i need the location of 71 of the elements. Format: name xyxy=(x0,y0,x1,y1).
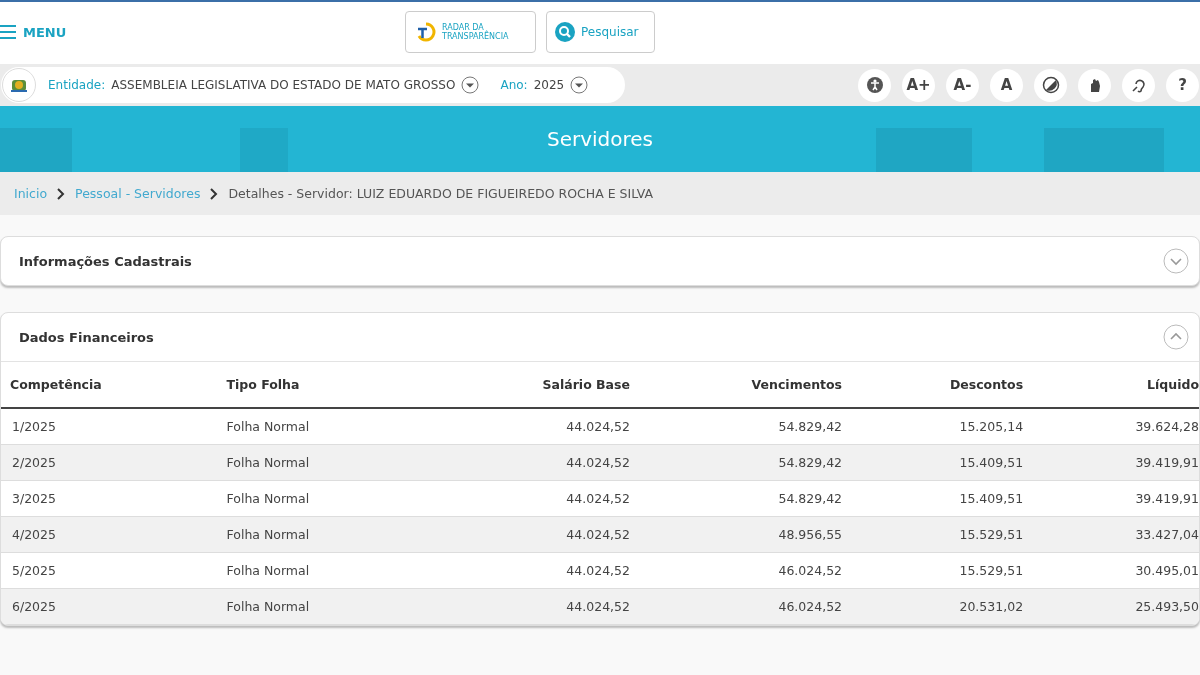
table-cell: Folha Normal xyxy=(226,444,434,481)
table-cell: 4/2025 xyxy=(1,516,227,553)
table-cell: 30.495,01 xyxy=(1023,552,1199,589)
entity-value: ASSEMBLEIA LEGISLATIVA DO ESTADO DE MATO GROSSO xyxy=(111,78,456,92)
table-cell: 54.829,42 xyxy=(630,480,843,517)
accessibility-button[interactable] xyxy=(858,68,891,102)
section-header[interactable]: Informações Cadastrais xyxy=(1,237,1199,285)
entity-dropdown[interactable]: Entidade: ASSEMBLEIA LEGISLATIVA DO ESTADO DE MATO GROSSO xyxy=(36,67,489,103)
table-cell: 46.024,52 xyxy=(630,588,843,625)
table-cell: 2/2025 xyxy=(1,444,227,481)
table-cell: 39.419,91 xyxy=(1023,480,1199,517)
chevron-icon xyxy=(210,187,219,200)
table-cell: 44.024,52 xyxy=(433,444,630,481)
year-label: Ano: xyxy=(500,78,528,92)
table-cell: 44.024,52 xyxy=(433,516,630,553)
contrast-icon xyxy=(1041,76,1060,94)
table-cell: 46.024,52 xyxy=(630,552,843,589)
caret-icon xyxy=(461,76,480,94)
table-cell: 39.419,91 xyxy=(1023,444,1199,481)
table-cell: Folha Normal xyxy=(226,480,434,517)
column-header: Descontos xyxy=(842,362,1024,408)
entity-label: Entidade: xyxy=(48,78,106,92)
year-value: 2025 xyxy=(533,78,565,92)
table-cell: 48.956,55 xyxy=(630,516,843,553)
accessibility-button[interactable] xyxy=(1034,68,1067,102)
table-cell: 5/2025 xyxy=(1,552,227,589)
table-cell: Folha Normal xyxy=(226,552,434,589)
accessibility-button[interactable]: A+ xyxy=(902,68,935,102)
accessibility-button[interactable]: ? xyxy=(1166,68,1199,102)
section-title: Informações Cadastrais xyxy=(19,253,192,269)
table-cell: 44.024,52 xyxy=(433,408,630,445)
menu-icon xyxy=(0,25,16,39)
search-icon xyxy=(555,22,575,42)
breadcrumb-current: Detalhes - Servidor: LUIZ EDUARDO DE FIGUEIREDO ROCHA E SILVA xyxy=(228,186,654,201)
table-cell: 1/2025 xyxy=(1,408,227,445)
chevron-icon xyxy=(57,187,66,200)
accessibility-button[interactable]: A- xyxy=(946,68,979,102)
table-cell: 39.624,28 xyxy=(1023,408,1199,445)
column-header: Líquido xyxy=(1023,362,1199,408)
table-cell: 3/2025 xyxy=(1,480,227,517)
table-cell: 44.024,52 xyxy=(433,480,630,517)
table-cell: 25.493,50 xyxy=(1023,588,1199,625)
table-cell: 15.409,51 xyxy=(842,444,1024,481)
table-cell: 20.531,02 xyxy=(842,588,1024,625)
table-cell: 15.529,51 xyxy=(842,552,1024,589)
table-cell: 6/2025 xyxy=(1,588,227,625)
table-cell: 54.829,42 xyxy=(630,444,843,481)
section-title: Dados Financeiros xyxy=(19,329,154,345)
column-header: Tipo Folha xyxy=(226,362,434,408)
table-cell: 44.024,52 xyxy=(433,552,630,589)
table-cell: 15.409,51 xyxy=(842,480,1024,517)
table-cell: Folha Normal xyxy=(226,588,434,625)
accessibility-button[interactable]: A xyxy=(990,68,1023,102)
section-header[interactable]: Dados Financeiros xyxy=(1,313,1199,362)
table-cell: Folha Normal xyxy=(226,516,434,553)
column-header: Vencimentos xyxy=(630,362,843,408)
table-cell: 54.829,42 xyxy=(630,408,843,445)
accessibility-icon xyxy=(865,76,884,94)
year-dropdown[interactable]: Ano: 2025 xyxy=(488,67,598,103)
table-cell: 15.205,14 xyxy=(842,408,1024,445)
page-title: Servidores xyxy=(546,127,654,151)
table-cell: 44.024,52 xyxy=(433,588,630,625)
table-cell: 33.427,04 xyxy=(1023,516,1199,553)
accessibility-button[interactable] xyxy=(1122,68,1155,102)
caret-icon xyxy=(570,76,589,94)
column-header: Competência xyxy=(1,362,227,408)
table-cell: Folha Normal xyxy=(226,408,434,445)
table-cell: 15.529,51 xyxy=(842,516,1024,553)
column-header: Salário Base xyxy=(433,362,630,408)
radar-logo-icon xyxy=(416,22,436,42)
accessibility-button[interactable] xyxy=(1078,68,1111,102)
